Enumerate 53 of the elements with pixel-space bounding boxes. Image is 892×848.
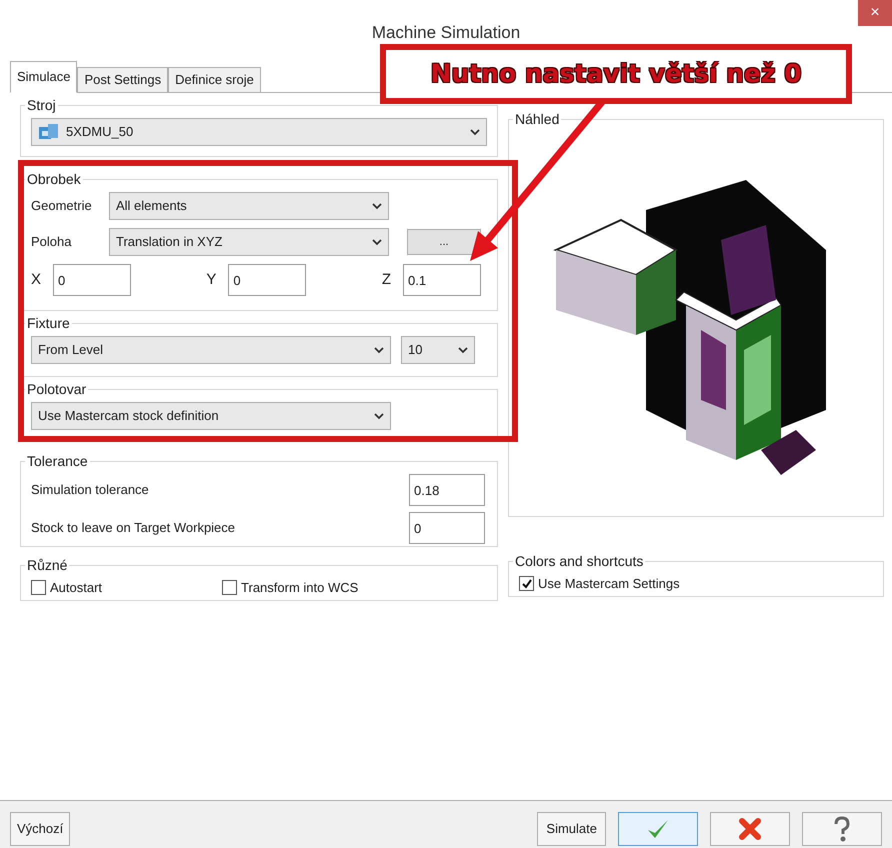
dropdown[interactable]: From Level (31, 336, 391, 364)
caret-icon (372, 202, 382, 210)
checkbox[interactable] (222, 580, 238, 596)
machine-icon (38, 123, 60, 141)
caret-icon (372, 238, 382, 246)
field-label: Y (206, 270, 216, 290)
caret-icon (374, 346, 384, 354)
checkbox-label: Autostart (50, 579, 102, 597)
dropdown[interactable]: All elements (109, 192, 389, 220)
dropdown[interactable]: 5XDMU_50 (31, 118, 487, 146)
checkbox[interactable] (31, 580, 46, 596)
input-field[interactable]: 0 (228, 264, 306, 296)
dropdown[interactable]: Translation in XYZ (109, 228, 389, 256)
field-label: Stock to leave on Target Workpiece (31, 519, 236, 538)
ok-button[interactable] (618, 812, 698, 846)
checkbox-label: Use Mastercam Settings (538, 575, 680, 593)
group-label: Polotovar (26, 380, 88, 399)
help-icon (833, 816, 851, 842)
field-label: Simulation tolerance (31, 481, 149, 500)
cancel-button[interactable] (710, 812, 790, 846)
checkbox-label: Transform into WCS (241, 579, 358, 597)
caret-icon (470, 128, 480, 136)
caret-icon (458, 346, 468, 354)
simulate-button[interactable]: Simulate (537, 812, 606, 846)
close-icon (739, 818, 761, 840)
field-label: Z (382, 270, 391, 290)
dropdown[interactable]: 10 (401, 336, 475, 364)
group-label: Náhled (514, 110, 560, 129)
group-label: Tolerance (26, 452, 89, 471)
tab[interactable]: Definice sroje (168, 67, 261, 93)
help-button[interactable] (802, 812, 882, 846)
input-field[interactable]: 0 (409, 512, 485, 544)
window-title: Machine Simulation (372, 22, 520, 44)
tab[interactable]: Simulace (10, 61, 78, 93)
group-label: Colors and shortcuts (514, 552, 644, 571)
caret-icon (374, 412, 384, 420)
tab[interactable]: Post Settings (77, 67, 168, 93)
more-button[interactable]: ... (407, 229, 481, 255)
group-label: Obrobek (26, 170, 82, 189)
callout-text: Nutno nastavit větší než 0 (430, 58, 802, 90)
field-label: Geometrie (31, 197, 93, 216)
field-label: Poloha (31, 233, 72, 252)
group-label: Stroj (26, 96, 57, 115)
group-label: Různé (26, 556, 68, 575)
input-field[interactable]: 0.18 (409, 474, 485, 506)
field-label: X (31, 270, 42, 290)
input-field[interactable]: 0 (53, 264, 132, 296)
checkbox[interactable] (519, 576, 534, 592)
close-button[interactable]: × (858, 0, 892, 26)
input-field[interactable]: 0.1 (402, 264, 481, 296)
group-label: Fixture (26, 314, 71, 333)
dropdown[interactable]: Use Mastercam stock definition (31, 402, 391, 430)
default-button[interactable]: Výchozí (10, 812, 70, 846)
